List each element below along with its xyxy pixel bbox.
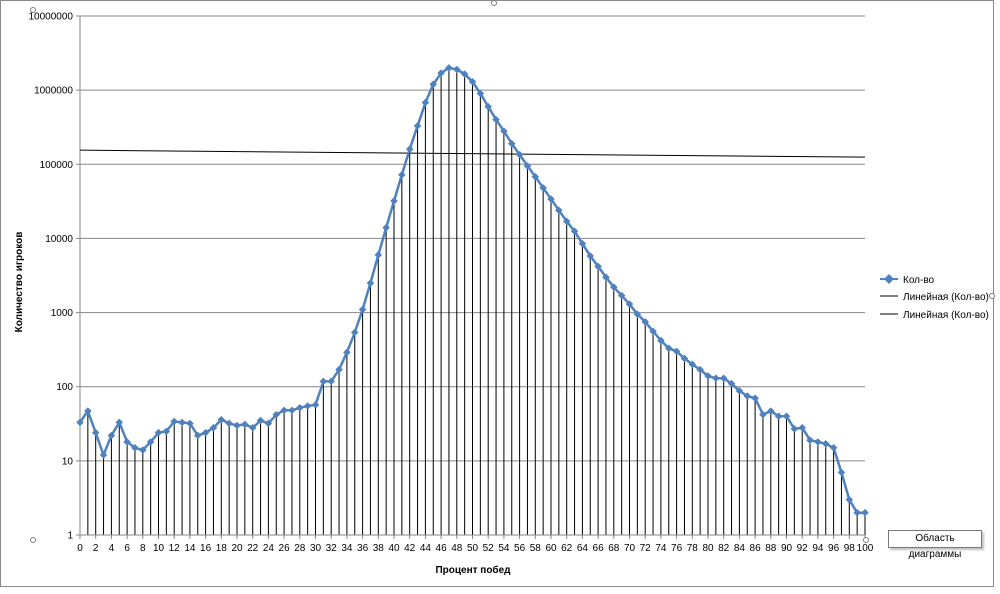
y-axis-title: Количество игроков bbox=[14, 232, 25, 333]
y-tick-label-100: 100 bbox=[56, 382, 73, 393]
x-tick-label-66: 66 bbox=[593, 543, 605, 554]
x-tick-label-34: 34 bbox=[341, 543, 353, 554]
x-tick-label-0: 0 bbox=[77, 543, 83, 554]
x-tick-label-86: 86 bbox=[750, 543, 762, 554]
x-tick-label-80: 80 bbox=[702, 543, 714, 554]
x-tick-label-28: 28 bbox=[294, 543, 306, 554]
x-tick-label-56: 56 bbox=[514, 543, 526, 554]
y-tick-label-1: 1 bbox=[67, 531, 73, 542]
x-tick-label-54: 54 bbox=[498, 543, 510, 554]
x-tick-label-6: 6 bbox=[124, 543, 130, 554]
chart-area[interactable]: 1 10 100 1000 10000 100000 1000000 10000000 024… bbox=[0, 0, 1000, 589]
x-tick-label-44: 44 bbox=[420, 543, 432, 554]
x-tick-label-72: 72 bbox=[640, 543, 652, 554]
resize-handle-top-left[interactable] bbox=[30, 7, 36, 13]
x-tick-label-20: 20 bbox=[231, 543, 243, 554]
x-tick-label-52: 52 bbox=[483, 543, 495, 554]
x-axis-title: Процент побед bbox=[435, 564, 511, 576]
x-tick-label-32: 32 bbox=[326, 543, 338, 554]
x-tick-label-14: 14 bbox=[184, 543, 196, 554]
x-tick-label-18: 18 bbox=[216, 543, 228, 554]
x-tick-label-90: 90 bbox=[781, 543, 793, 554]
x-tick-label-88: 88 bbox=[765, 543, 777, 554]
x-tick-label-62: 62 bbox=[561, 543, 573, 554]
y-tick-label-1000000: 1000000 bbox=[34, 86, 73, 97]
x-tick-label-2: 2 bbox=[93, 543, 99, 554]
y-tick-label-1000: 1000 bbox=[51, 308, 74, 319]
resize-handle-top-center[interactable] bbox=[491, 0, 497, 6]
x-tick-label-76: 76 bbox=[671, 543, 683, 554]
x-tick-label-74: 74 bbox=[655, 543, 667, 554]
chart-svg: 110100100010000100000100000010000000 024… bbox=[0, 0, 995, 587]
x-tick-label-42: 42 bbox=[404, 543, 416, 554]
x-tick-label-26: 26 bbox=[279, 543, 291, 554]
resize-handle-bottom-left[interactable] bbox=[30, 537, 36, 543]
legend-label-trend-1: Линейная (Кол-во) bbox=[903, 292, 989, 303]
legend-label-kol-vo: Кол-во bbox=[903, 275, 935, 286]
x-tick-label-24: 24 bbox=[263, 543, 275, 554]
x-tick-label-8: 8 bbox=[140, 543, 146, 554]
x-tick-label-64: 64 bbox=[577, 543, 589, 554]
x-tick-label-40: 40 bbox=[388, 543, 400, 554]
x-tick-label-36: 36 bbox=[357, 543, 369, 554]
x-tick-label-98: 98 bbox=[844, 543, 856, 554]
x-tick-label-60: 60 bbox=[545, 543, 557, 554]
x-tick-label-22: 22 bbox=[247, 543, 259, 554]
x-tick-label-58: 58 bbox=[530, 543, 542, 554]
x-tick-label-82: 82 bbox=[718, 543, 730, 554]
resize-handle-right-middle[interactable] bbox=[989, 293, 995, 299]
x-tick-label-4: 4 bbox=[109, 543, 115, 554]
x-tick-label-16: 16 bbox=[200, 543, 212, 554]
chart-area-tooltip: Область диаграммы bbox=[888, 530, 982, 560]
x-tick-label-50: 50 bbox=[467, 543, 479, 554]
y-tick-label-10000: 10000 bbox=[45, 234, 73, 245]
y-tick-label-10000000: 10000000 bbox=[29, 12, 74, 23]
x-tick-label-30: 30 bbox=[310, 543, 322, 554]
resize-handle-bottom-right[interactable] bbox=[863, 537, 869, 543]
x-tick-label-48: 48 bbox=[451, 543, 463, 554]
legend-label-trend-2: Линейная (Кол-во) bbox=[903, 310, 989, 321]
x-tick-label-70: 70 bbox=[624, 543, 636, 554]
x-tick-label-38: 38 bbox=[373, 543, 385, 554]
x-tick-label-68: 68 bbox=[608, 543, 620, 554]
chart-border bbox=[0, 0, 994, 587]
x-tick-label-94: 94 bbox=[812, 543, 824, 554]
x-tick-label-92: 92 bbox=[797, 543, 809, 554]
x-tick-label-78: 78 bbox=[687, 543, 699, 554]
x-tick-label-46: 46 bbox=[436, 543, 448, 554]
x-tick-label-12: 12 bbox=[169, 543, 181, 554]
x-tick-label-100: 100 bbox=[857, 543, 874, 554]
x-tick-label-84: 84 bbox=[734, 543, 746, 554]
x-tick-label-96: 96 bbox=[828, 543, 840, 554]
y-tick-label-10: 10 bbox=[62, 456, 74, 467]
x-tick-label-10: 10 bbox=[153, 543, 165, 554]
y-tick-label-100000: 100000 bbox=[40, 160, 74, 171]
